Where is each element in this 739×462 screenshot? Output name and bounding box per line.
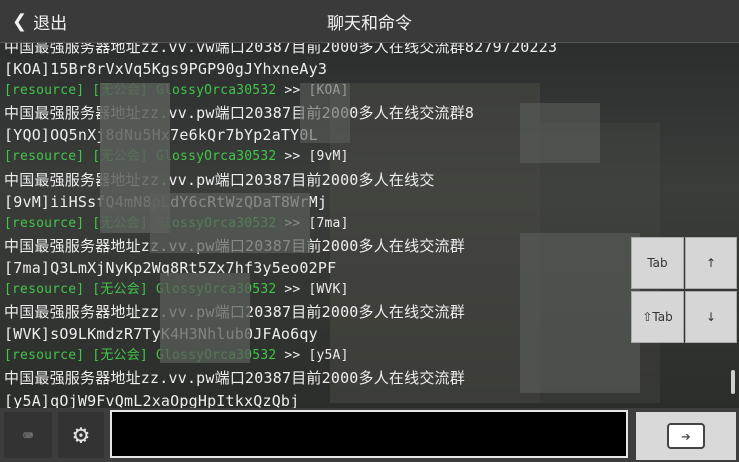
chat-line-target: >> [9vM]: [276, 149, 349, 165]
chevron-left-icon: ❮: [12, 11, 28, 32]
bottom-bar: ⌨ ⚙ ➔: [0, 408, 739, 462]
chat-line: [KOA]15Br8rVxVq5Kgs9PGP90gJYhxneAy3: [4, 60, 328, 79]
keyboard-icon: ⌨: [23, 425, 33, 445]
gear-icon: ⚙: [73, 420, 89, 450]
back-button[interactable]: ❮ 退出: [12, 9, 67, 34]
settings-button[interactable]: ⚙: [58, 412, 104, 458]
censored-region: [520, 103, 600, 163]
keyboard-button[interactable]: ⌨: [4, 412, 52, 458]
chat-input[interactable]: [110, 410, 628, 458]
page-title: 聊天和命令: [327, 13, 412, 34]
chat-line-target: >> [y5A]: [276, 348, 349, 364]
send-button[interactable]: ➔: [636, 412, 736, 460]
chat-line: 中国最强服务器地址zz.vv.vw端口20387目前2000多人在线交流群827…: [4, 43, 558, 56]
censored-region: [300, 83, 350, 143]
censored-region: [520, 233, 640, 393]
scroll-down-key[interactable]: ↓: [685, 291, 737, 343]
chat-scrollbar[interactable]: [731, 370, 735, 394]
send-arrow-icon: ➔: [667, 423, 705, 449]
censored-region: [160, 273, 250, 363]
chat-log[interactable]: 中国最强服务器地址zz.vv.vw端口20387目前2000多人在线交流群827…: [0, 43, 739, 408]
chat-line-target: >> [WVK]: [276, 282, 349, 298]
tab-key[interactable]: Tab: [631, 237, 684, 289]
censored-region: [150, 193, 310, 253]
top-bar: ❮ 退出 聊天和命令: [0, 0, 739, 43]
shift-tab-key[interactable]: ⇧Tab: [631, 291, 684, 343]
scroll-up-key[interactable]: ↑: [685, 237, 737, 289]
back-label: 退出: [33, 14, 68, 34]
